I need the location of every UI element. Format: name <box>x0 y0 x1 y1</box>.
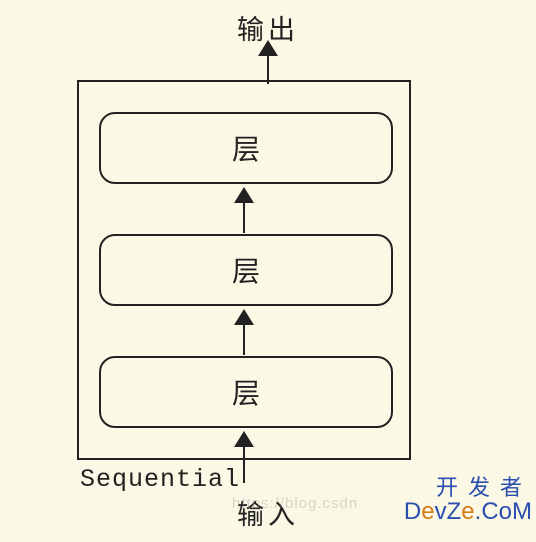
wm-char: e <box>461 498 474 525</box>
wm-char: e <box>421 498 434 525</box>
layer-box: 层 <box>99 356 393 428</box>
arrow-shaft <box>243 203 245 233</box>
wm-char: vZ <box>435 498 462 525</box>
csdn-watermark: https://blog.csdn <box>232 495 358 512</box>
arrow-head-icon <box>234 187 254 203</box>
sequential-container: 层 层 层 <box>77 80 411 460</box>
layer-box: 层 <box>99 112 393 184</box>
layer-label: 层 <box>232 372 260 412</box>
arrow-up-icon <box>234 187 254 233</box>
wm-char: D <box>404 498 421 525</box>
arrow-up-icon <box>234 309 254 355</box>
arrow-head-icon <box>258 40 278 56</box>
wm-char: .CoM <box>475 498 532 525</box>
layer-box: 层 <box>99 234 393 306</box>
layer-label: 层 <box>232 128 260 168</box>
layer-label: 层 <box>232 250 260 290</box>
arrow-shaft <box>243 447 245 483</box>
arrow-shaft <box>243 325 245 355</box>
watermark-line1: 开发者 <box>404 476 532 499</box>
arrow-head-icon <box>234 309 254 325</box>
container-label: Sequential <box>80 465 240 494</box>
watermark-line2: DevZe.CoM <box>404 499 532 524</box>
arrow-head-icon <box>234 431 254 447</box>
arrow-output <box>258 40 278 84</box>
site-watermark: 开发者 DevZe.CoM <box>404 476 532 524</box>
